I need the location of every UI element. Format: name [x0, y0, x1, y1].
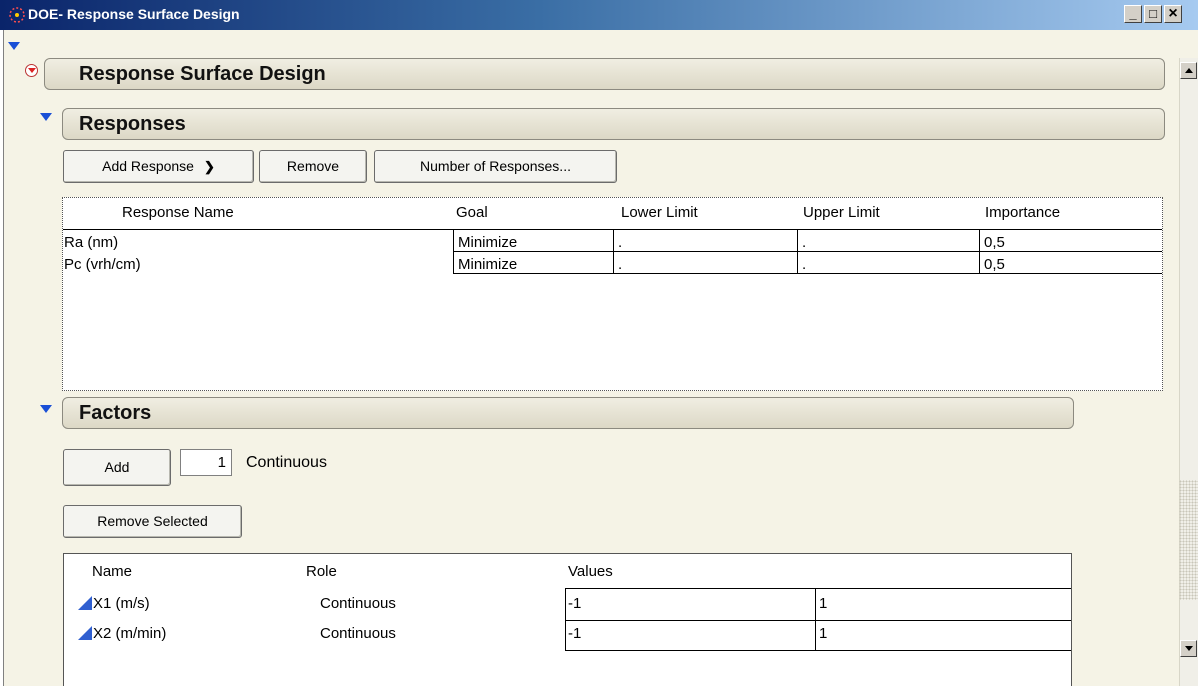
continuous-factor-icon [78, 596, 92, 610]
factors-header[interactable]: Factors [62, 397, 1074, 429]
factor-low-value-cell[interactable]: -1 [568, 595, 581, 612]
column-header: Upper Limit [803, 204, 880, 221]
page-title: Response Surface Design [79, 63, 326, 85]
scroll-up-icon[interactable] [1180, 62, 1197, 79]
add-response-button[interactable]: Add Response ❯ [63, 150, 254, 183]
scroll-down-icon[interactable] [1180, 640, 1197, 657]
importance-cell[interactable]: 0,5 [984, 256, 1005, 273]
column-header: Response Name [122, 204, 234, 221]
factor-role-cell: Continuous [320, 595, 396, 612]
disclosure-triangle-icon[interactable] [8, 42, 20, 50]
number-of-responses-button[interactable]: Number of Responses... [374, 150, 617, 183]
remove-selected-button[interactable]: Remove Selected [63, 505, 242, 538]
table-rule [565, 588, 1071, 589]
app-icon [9, 7, 25, 23]
disclosure-triangle-icon[interactable] [40, 113, 52, 121]
table-rule [613, 229, 614, 273]
response-surface-design-header[interactable]: Response Surface Design [44, 58, 1165, 90]
column-header: Values [568, 563, 613, 580]
table-rule [453, 229, 454, 273]
factor-name-cell[interactable]: X2 (m/min) [93, 625, 166, 642]
close-button[interactable]: × [1164, 5, 1182, 23]
responses-header[interactable]: Responses [62, 108, 1165, 140]
table-rule [565, 650, 1071, 651]
column-header: Goal [456, 204, 488, 221]
lower-limit-cell[interactable]: . [618, 234, 622, 251]
table-rule [565, 620, 1071, 621]
disclosure-triangle-icon[interactable] [40, 405, 52, 413]
lower-limit-cell[interactable]: . [618, 256, 622, 273]
column-header: Role [306, 563, 337, 580]
upper-limit-cell[interactable]: . [802, 234, 806, 251]
scrollbar-thumb[interactable] [1179, 480, 1198, 600]
minimize-button[interactable]: _ [1124, 5, 1142, 23]
factors-title: Factors [79, 402, 152, 424]
table-rule [815, 588, 816, 650]
goal-cell[interactable]: Minimize [458, 256, 517, 273]
window-frame [0, 30, 4, 686]
upper-limit-cell[interactable]: . [802, 256, 806, 273]
maximize-button[interactable]: □ [1144, 5, 1162, 23]
continuous-factor-icon [78, 626, 92, 640]
responses-title: Responses [79, 113, 186, 135]
factor-high-value-cell[interactable]: 1 [819, 595, 827, 612]
response-name-cell[interactable]: Pc (vrh/cm) [64, 256, 141, 273]
goal-cell[interactable]: Minimize [458, 234, 517, 251]
add-factor-button[interactable]: Add [63, 449, 171, 486]
remove-response-button[interactable]: Remove [259, 150, 367, 183]
table-rule [453, 273, 1162, 274]
factor-low-value-cell[interactable]: -1 [568, 625, 581, 642]
importance-cell[interactable]: 0,5 [984, 234, 1005, 251]
factor-type-label: Continuous [246, 454, 327, 471]
column-header: Importance [985, 204, 1061, 221]
factor-name-cell[interactable]: X1 (m/s) [93, 595, 150, 612]
title-bar: DOE- Response Surface Design _ □ × [0, 0, 1198, 30]
table-rule [565, 588, 566, 650]
response-name-cell[interactable]: Ra (nm) [64, 234, 118, 251]
column-header: Lower Limit [621, 204, 698, 221]
table-rule [453, 251, 1162, 252]
add-response-label: Add Response [102, 158, 194, 174]
factor-role-cell: Continuous [320, 625, 396, 642]
column-header: Name [92, 563, 133, 580]
chevron-down-icon: ❯ [203, 159, 215, 174]
responses-table [62, 197, 1163, 391]
table-rule [797, 229, 798, 273]
red-triangle-menu-icon[interactable] [25, 64, 38, 77]
table-rule [979, 229, 980, 273]
factor-high-value-cell[interactable]: 1 [819, 625, 827, 642]
window-title: DOE- Response Surface Design [28, 6, 240, 22]
factor-count-input[interactable]: 1 [180, 449, 232, 476]
